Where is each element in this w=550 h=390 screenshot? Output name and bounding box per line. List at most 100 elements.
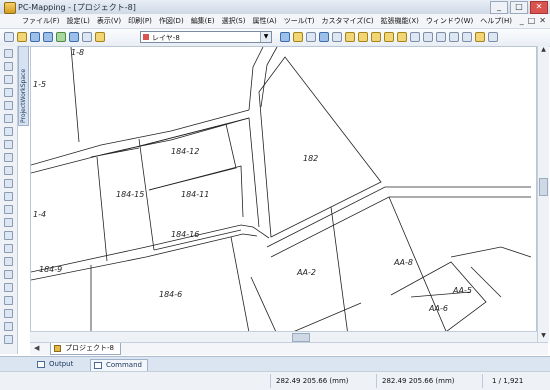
scroll-down-icon[interactable]: ▼ <box>538 332 549 342</box>
mdi-controls: _ □ ✕ <box>520 16 546 25</box>
maximize-button[interactable]: □ <box>510 1 528 14</box>
print-icon[interactable] <box>69 32 79 42</box>
export-icon[interactable] <box>56 32 66 42</box>
vertex-icon[interactable] <box>4 257 13 266</box>
label-aa-2: AA-2 <box>296 268 316 277</box>
new-file-icon[interactable] <box>4 32 14 42</box>
info-icon[interactable] <box>4 296 13 305</box>
refresh-icon[interactable] <box>4 179 13 188</box>
menu-edit[interactable]: 編集(E) <box>191 16 215 26</box>
tab-command[interactable]: Command <box>90 359 148 371</box>
minimize-button[interactable]: _ <box>490 1 508 14</box>
menu-view[interactable]: 表示(V) <box>97 16 121 26</box>
vertical-scroll-thumb[interactable] <box>539 178 548 196</box>
chevron-down-icon[interactable]: ▼ <box>260 32 271 42</box>
rect-select-icon[interactable] <box>4 62 13 71</box>
color-icon[interactable] <box>4 322 13 331</box>
layer-icon[interactable] <box>4 309 13 318</box>
misc-1-icon[interactable] <box>475 32 485 42</box>
status-coordinates-2: 282.49 205.66 (mm) <box>382 377 455 385</box>
table-1-icon[interactable] <box>410 32 420 42</box>
select-tool-icon[interactable] <box>4 49 13 58</box>
left-toolbar <box>0 46 18 354</box>
label-184-9: 184-9 <box>39 265 62 274</box>
mdi-close-button[interactable]: ✕ <box>539 16 546 25</box>
table-5-icon[interactable] <box>462 32 472 42</box>
pointer-icon[interactable] <box>82 32 92 42</box>
attribute-4-icon[interactable] <box>384 32 394 42</box>
settings-icon[interactable] <box>4 335 13 344</box>
horizontal-scroll-thumb[interactable] <box>292 333 310 342</box>
menu-file[interactable]: ファイル(F) <box>22 16 60 26</box>
menu-extensions[interactable]: 拡張機能(X) <box>381 16 419 26</box>
search-icon[interactable] <box>4 283 13 292</box>
edit-icon[interactable] <box>4 270 13 279</box>
left-tool-icons <box>4 49 13 344</box>
label-184-12: 184-12 <box>171 147 199 156</box>
snap-icon[interactable] <box>4 231 13 240</box>
layer-merge-icon[interactable] <box>319 32 329 42</box>
tab-output[interactable]: Output <box>34 359 78 370</box>
menu-print[interactable]: 印刷(P) <box>128 16 152 26</box>
layer-lock-icon[interactable] <box>332 32 342 42</box>
mdi-restore-button[interactable]: □ <box>528 16 536 25</box>
layer-props-icon[interactable] <box>280 32 290 42</box>
status-coordinates-1: 282.49 205.66 (mm) <box>276 377 349 385</box>
attribute-2-icon[interactable] <box>358 32 368 42</box>
label-184-16: 184-16 <box>171 230 199 239</box>
misc-2-icon[interactable] <box>488 32 498 42</box>
attribute-5-icon[interactable] <box>397 32 407 42</box>
layer-settings-icon[interactable] <box>95 32 105 42</box>
label-1-8: 1-8 <box>71 48 84 57</box>
measure-icon[interactable] <box>4 114 13 123</box>
grid-icon[interactable] <box>4 153 13 162</box>
table-2-icon[interactable] <box>423 32 433 42</box>
label-184-6: 184-6 <box>159 290 182 299</box>
open-folder-icon[interactable] <box>17 32 27 42</box>
scroll-up-icon[interactable]: ▲ <box>538 46 549 56</box>
table-4-icon[interactable] <box>449 32 459 42</box>
tab-nav-left-icon[interactable]: ◀ <box>34 344 39 352</box>
save-as-icon[interactable] <box>43 32 53 42</box>
pan-icon[interactable] <box>4 127 13 136</box>
menu-attribute[interactable]: 属性(A) <box>252 16 276 26</box>
point-tool-icon[interactable] <box>4 218 13 227</box>
map-canvas[interactable]: 1-4 184-12 184-15 184-11 184-16 184-6 18… <box>30 46 537 342</box>
zoom-out-icon[interactable] <box>4 88 13 97</box>
layer-combo[interactable]: レイヤ-8 ▼ <box>140 31 272 43</box>
menu-help[interactable]: ヘルプ(H) <box>480 16 512 26</box>
project-workspace-tab[interactable]: ProjectWorkSpace <box>18 46 29 126</box>
menu-tools[interactable]: ツール(T) <box>284 16 315 26</box>
attribute-1-icon[interactable] <box>345 32 355 42</box>
main-toolbar <box>0 29 550 47</box>
save-icon[interactable] <box>30 32 40 42</box>
zoom-window-icon[interactable] <box>4 101 13 110</box>
node-icon[interactable] <box>4 166 13 175</box>
menu-select[interactable]: 選択(S) <box>222 16 246 26</box>
menu-draw[interactable]: 作図(D) <box>159 16 184 26</box>
menu-items: ファイル(F) 設定(L) 表示(V) 印刷(P) 作図(D) 編集(E) 選択… <box>22 16 512 26</box>
menu-settings[interactable]: 設定(L) <box>67 16 90 26</box>
image-icon[interactable] <box>4 140 13 149</box>
menu-customize[interactable]: カスタマイズ(C) <box>322 16 374 26</box>
tab-output-label: Output <box>49 360 74 368</box>
zoom-in-icon[interactable] <box>4 75 13 84</box>
bottom-panel-tabs: Output Command <box>0 356 550 371</box>
menu-bar: ファイル(F) 設定(L) 表示(V) 印刷(P) 作図(D) 編集(E) 選択… <box>0 14 550 29</box>
table-3-icon[interactable] <box>436 32 446 42</box>
mdi-minimize-button[interactable]: _ <box>520 16 524 25</box>
polygon-tool-icon[interactable] <box>4 205 13 214</box>
label-1-5: 1-5 <box>33 80 46 89</box>
layer-copy-icon[interactable] <box>306 32 316 42</box>
layer-list-icon[interactable] <box>293 32 303 42</box>
status-bar: 282.49 205.66 (mm) 282.49 205.66 (mm) 1 … <box>0 371 550 390</box>
line-tool-icon[interactable] <box>4 192 13 201</box>
attribute-3-icon[interactable] <box>371 32 381 42</box>
close-button[interactable]: ✕ <box>530 1 548 14</box>
target-icon[interactable] <box>4 244 13 253</box>
label-aa-5: AA-5 <box>452 286 472 295</box>
label-1-4: 1-4 <box>33 210 46 219</box>
menu-window[interactable]: ウィンドウ(W) <box>426 16 473 26</box>
vertical-scrollbar[interactable]: ▲ ▼ <box>537 46 549 342</box>
tab-project-8[interactable]: プロジェクト-8 <box>50 343 121 355</box>
